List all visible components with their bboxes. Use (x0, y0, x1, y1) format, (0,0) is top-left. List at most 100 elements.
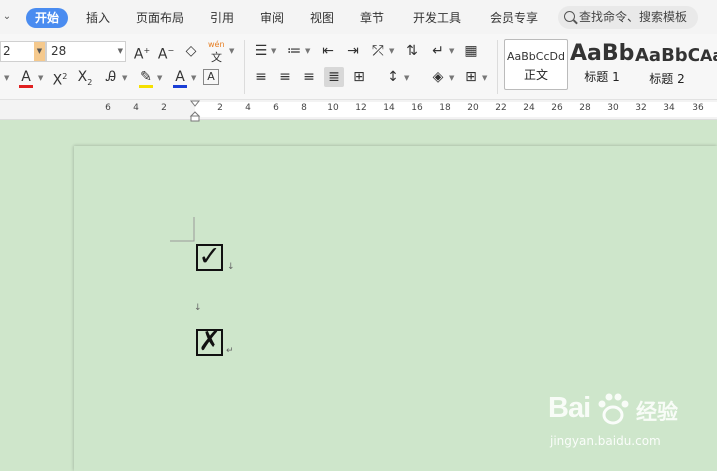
superscript-icon[interactable]: X2 (50, 67, 70, 89)
ruler-tick-label: 30 (607, 103, 619, 113)
style-sample: Aa (700, 46, 717, 65)
watermark-url: jingyan.baidu.com (550, 434, 661, 448)
subscript-icon[interactable]: X2 (75, 67, 95, 87)
ruler-tick-label: 6 (105, 103, 111, 113)
ruler-tick-label: 2 (161, 103, 167, 113)
style-heading-1[interactable]: AaBb 标题 1 (570, 39, 634, 90)
tab-view[interactable]: 视图 (310, 8, 334, 28)
chevron-down-icon[interactable]: ▼ (449, 74, 454, 82)
chevron-down-icon[interactable]: ▼ (482, 74, 487, 82)
chevron-down-icon[interactable]: ▼ (404, 74, 409, 82)
font-size-value: 28 (51, 44, 67, 58)
chevron-down-icon[interactable]: ▼ (4, 74, 9, 82)
menu-bar: ⌄ 开始 插入 页面布局 引用 审阅 视图 章节 开发工具 会员专享 查找命令、… (0, 0, 717, 34)
ruler-tick-label: 22 (495, 103, 507, 113)
highlight-icon[interactable]: ✎ (136, 67, 156, 87)
tab-insert[interactable]: 插入 (86, 8, 110, 28)
tab-home[interactable]: 开始 (26, 8, 69, 28)
tab-review[interactable]: 审阅 (260, 8, 284, 28)
chevron-down-icon[interactable]: ▼ (449, 47, 454, 55)
style-normal[interactable]: AaBbCcDd 正文 (504, 39, 568, 90)
empty-line-mark: ↓ (194, 303, 202, 313)
baidu-jingyan-watermark: Bai 经验 jingyan.baidu.com (548, 392, 708, 462)
style-heading-3[interactable]: Aa (700, 39, 717, 90)
shrink-font-icon[interactable]: A− (156, 41, 176, 63)
ruler-tick-label: 8 (301, 103, 307, 113)
numbered-list-icon[interactable]: ≔ (284, 41, 304, 61)
tab-page-layout[interactable]: 页面布局 (136, 8, 184, 28)
chevron-down-icon[interactable]: ▼ (271, 47, 276, 55)
chevron-down-icon[interactable]: ▼ (229, 47, 234, 55)
style-heading-2[interactable]: AaBbC 标题 2 (635, 39, 699, 90)
tab-sections[interactable]: 章节 (360, 8, 384, 28)
tab-references[interactable]: 引用 (210, 8, 234, 28)
text-effect-icon[interactable]: A (16, 67, 36, 87)
tab-member[interactable]: 会员专享 (490, 8, 538, 28)
toolbar-separator (244, 40, 245, 94)
font-name-dropdown-icon[interactable]: ▼ (34, 42, 45, 61)
font-color-icon[interactable]: A (170, 67, 190, 87)
search-icon (564, 11, 575, 22)
show-marks-icon[interactable]: ↵ (428, 41, 448, 61)
align-left-icon[interactable]: ≡ (251, 67, 271, 87)
ruler-tick-label: 24 (523, 103, 535, 113)
chevron-down-icon[interactable]: ⌄ (0, 8, 14, 26)
ribbon-toolbar: 2 ▼ 28 ▼ A+ A− ◇ wén 文 ▼ ▼ A ▼ X2 X2 Ꭿ ▼… (0, 34, 717, 100)
margin-corner-mark (170, 217, 195, 242)
ruler-tick-label: 14 (383, 103, 395, 113)
pinyin-guide-icon[interactable]: wén 文 (208, 40, 228, 64)
paw-logo-icon (598, 393, 629, 425)
font-size-select[interactable]: 28 ▼ (46, 41, 126, 62)
ruler-tick-label: 4 (245, 103, 251, 113)
align-right-icon[interactable]: ≡ (299, 67, 319, 87)
decrease-indent-icon[interactable]: ⇤ (318, 41, 338, 61)
justify-icon[interactable]: ≣ (324, 67, 344, 87)
shading-icon[interactable]: ◈ (428, 67, 448, 87)
style-name: 标题 2 (649, 72, 685, 86)
bullet-list-icon[interactable]: ☰ (251, 41, 271, 61)
ruler-tick-label: 12 (355, 103, 367, 113)
chevron-down-icon[interactable]: ▼ (38, 74, 43, 82)
borders-icon[interactable]: ⊞ (461, 67, 481, 87)
highlight-color-bar (139, 85, 153, 88)
chevron-down-icon[interactable]: ▼ (122, 74, 127, 82)
ruler-tick-label: 16 (411, 103, 423, 113)
cross-mark: ✗ (198, 326, 221, 357)
horizontal-ruler[interactable]: 6 4 2 2 4 6 8 10 12 14 16 18 20 22 24 26 28 30 32 34 36 (0, 100, 717, 120)
ruler-tick-label: 36 (692, 103, 704, 113)
align-center-icon[interactable]: ≡ (275, 67, 295, 87)
tab-developer-tools[interactable]: 开发工具 (413, 8, 461, 28)
font-size-dropdown-icon[interactable]: ▼ (118, 42, 123, 61)
ruler-tick-label: 10 (327, 103, 339, 113)
paragraph-mark: ↵ (226, 346, 234, 356)
character-border-icon[interactable]: A (203, 69, 219, 85)
command-search-box[interactable]: 查找命令、搜索模板 (558, 6, 698, 29)
text-outline-icon[interactable]: Ꭿ (101, 67, 121, 87)
ruler-tick-label: 34 (663, 103, 675, 113)
ruler-tick-label: 20 (467, 103, 479, 113)
style-sample: AaBbC (635, 45, 699, 66)
increase-indent-icon[interactable]: ⇥ (343, 41, 363, 61)
checked-box-symbol: ✓ (196, 242, 223, 272)
table-insert-icon[interactable]: ▦ (461, 41, 481, 61)
sort-icon[interactable]: ⇅ (402, 41, 422, 61)
grow-font-icon[interactable]: A+ (132, 41, 152, 63)
font-name-select[interactable]: 2 ▼ (0, 41, 46, 62)
chinese-layout-icon[interactable]: ⤱ (368, 41, 388, 61)
paragraph-mark: ↓ (227, 262, 235, 272)
indent-marker-icon[interactable] (189, 100, 201, 122)
chevron-down-icon[interactable]: ▼ (305, 47, 310, 55)
baidu-logo-text: Bai (548, 392, 591, 424)
ruler-tick-label: 28 (579, 103, 591, 113)
ruler-tick-label: 32 (635, 103, 647, 113)
style-sample: AaBbCcDd (507, 50, 565, 63)
chevron-down-icon[interactable]: ▼ (157, 74, 162, 82)
style-name: 正文 (523, 68, 548, 82)
distributed-align-icon[interactable]: ⊞ (349, 67, 369, 87)
chevron-down-icon[interactable]: ▼ (191, 74, 196, 82)
chevron-down-icon[interactable]: ▼ (389, 47, 394, 55)
line-spacing-icon[interactable]: ↕ (383, 67, 403, 87)
toolbar-separator (497, 40, 498, 94)
font-color-bar (173, 85, 187, 88)
clear-format-icon[interactable]: ◇ (181, 41, 201, 61)
